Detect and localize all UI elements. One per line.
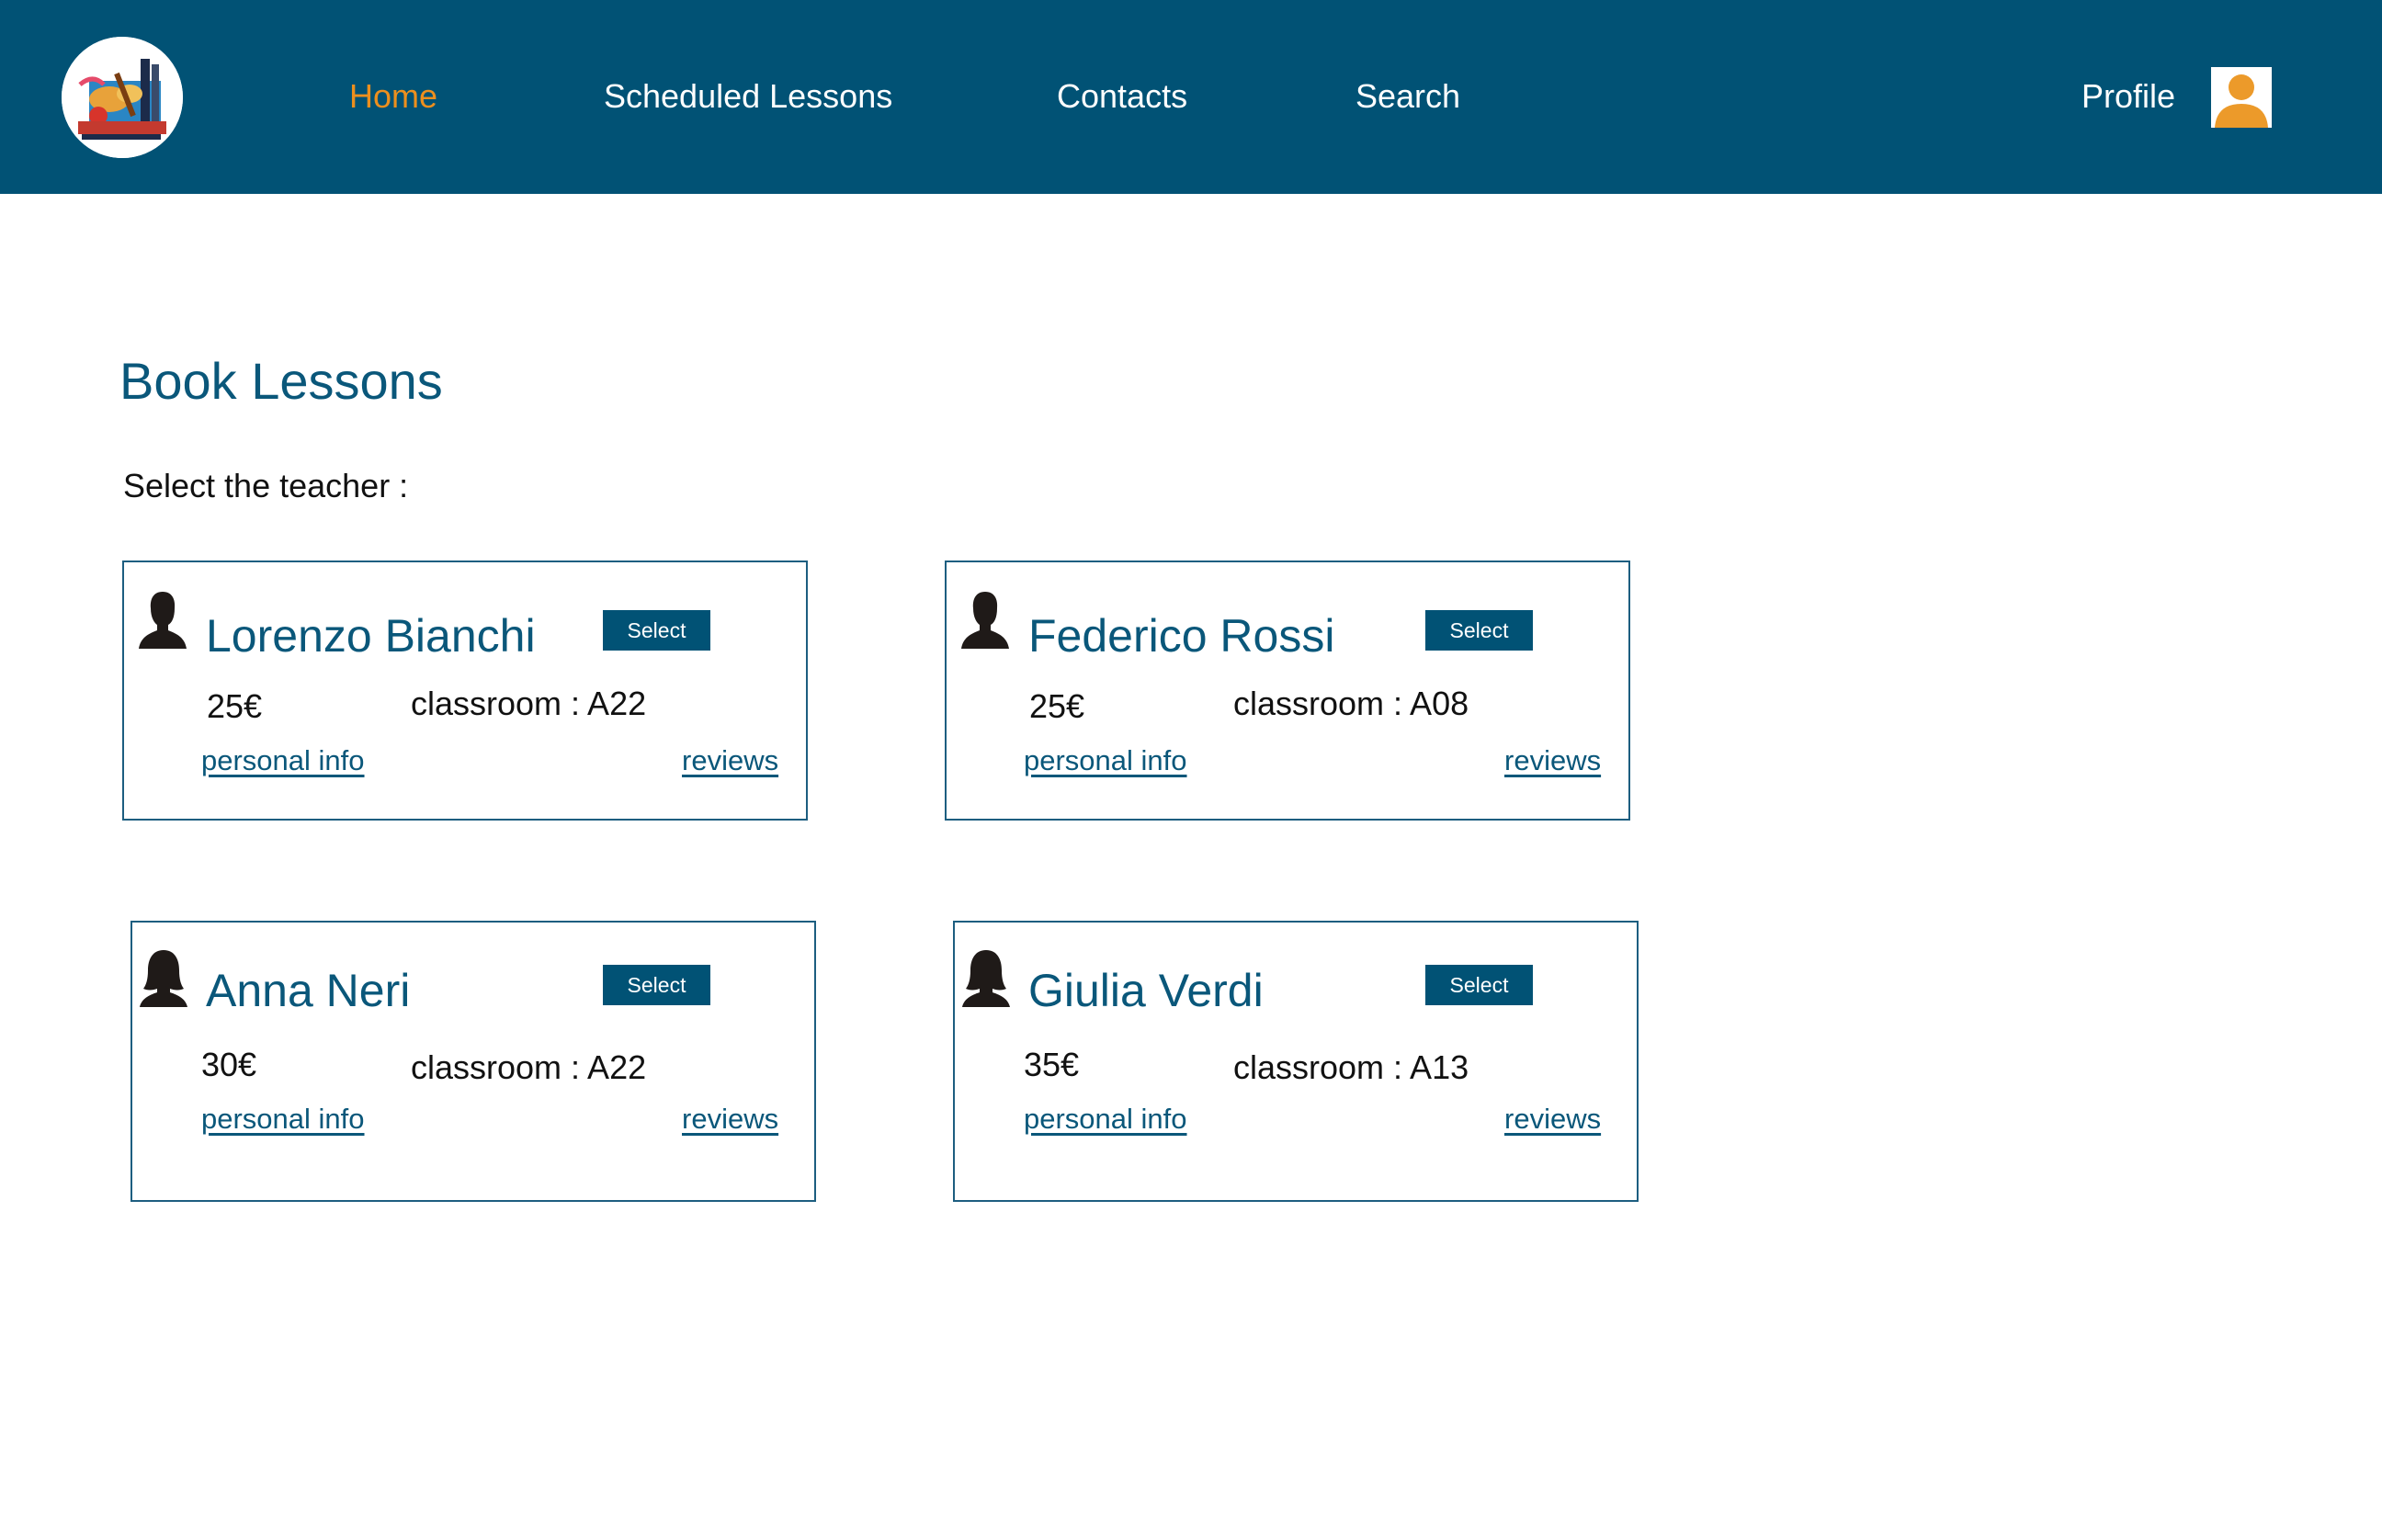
select-button[interactable]: Select xyxy=(1425,610,1533,651)
user-avatar-icon[interactable] xyxy=(2211,67,2272,128)
teacher-name: Lorenzo Bianchi xyxy=(206,610,536,662)
reviews-link[interactable]: reviews xyxy=(682,742,778,779)
lesson-price: 25€ xyxy=(1029,687,1085,725)
nav-profile[interactable]: Profile xyxy=(2081,75,2175,118)
select-button[interactable]: Select xyxy=(603,965,710,1005)
school-logo[interactable] xyxy=(62,37,183,158)
music-instruments-logo-icon xyxy=(62,37,183,158)
teacher-name: Giulia Verdi xyxy=(1028,965,1264,1016)
teacher-card-anna-neri: Anna Neri Select 30€ classroom : A22 per… xyxy=(130,921,816,1202)
classroom-label: classroom : A13 xyxy=(1233,1048,1469,1086)
nav-search[interactable]: Search xyxy=(1355,75,1460,118)
female-silhouette-icon xyxy=(136,948,191,1009)
male-silhouette-icon xyxy=(958,590,1013,651)
select-teacher-label: Select the teacher : xyxy=(123,467,409,504)
personal-info-link[interactable]: personal info xyxy=(201,1101,365,1138)
classroom-label: classroom : A22 xyxy=(411,685,647,722)
male-silhouette-icon xyxy=(135,590,190,651)
lesson-price: 30€ xyxy=(201,1046,257,1083)
teacher-name: Anna Neri xyxy=(206,965,411,1016)
nav-contacts[interactable]: Contacts xyxy=(1057,75,1187,118)
reviews-link[interactable]: reviews xyxy=(1504,742,1601,779)
female-silhouette-icon xyxy=(958,948,1014,1009)
page-title: Book Lessons xyxy=(119,352,443,410)
teacher-card-lorenzo-bianchi: Lorenzo Bianchi Select 25€ classroom : A… xyxy=(122,561,808,821)
teacher-name: Federico Rossi xyxy=(1028,610,1335,662)
top-navbar: Home Scheduled Lessons Contacts Search P… xyxy=(0,0,2382,194)
personal-info-link[interactable]: personal info xyxy=(1024,1101,1187,1138)
select-button[interactable]: Select xyxy=(1425,965,1533,1005)
teacher-card-federico-rossi: Federico Rossi Select 25€ classroom : A0… xyxy=(945,561,1630,821)
classroom-label: classroom : A22 xyxy=(411,1048,647,1086)
teacher-card-giulia-verdi: Giulia Verdi Select 35€ classroom : A13 … xyxy=(953,921,1639,1202)
nav-scheduled-lessons[interactable]: Scheduled Lessons xyxy=(604,75,892,118)
nav-home[interactable]: Home xyxy=(349,75,437,118)
lesson-price: 35€ xyxy=(1024,1046,1080,1083)
reviews-link[interactable]: reviews xyxy=(1504,1101,1601,1138)
lesson-price: 25€ xyxy=(207,687,263,725)
reviews-link[interactable]: reviews xyxy=(682,1101,778,1138)
classroom-label: classroom : A08 xyxy=(1233,685,1469,722)
personal-info-link[interactable]: personal info xyxy=(201,742,365,779)
personal-info-link[interactable]: personal info xyxy=(1024,742,1187,779)
select-button[interactable]: Select xyxy=(603,610,710,651)
